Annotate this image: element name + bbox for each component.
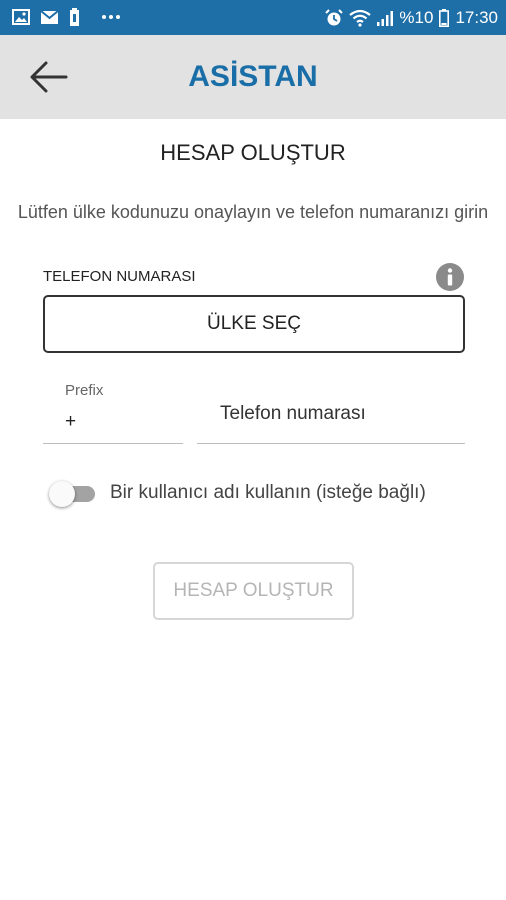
battery-saver-icon: [69, 8, 80, 26]
more-icon: [102, 14, 120, 20]
arrow-left-icon: [30, 61, 68, 93]
instruction-text: Lütfen ülke kodunuzu onaylayın ve telefo…: [17, 202, 489, 222]
app-title: ASİSTAN: [188, 60, 318, 93]
info-icon: [436, 263, 464, 291]
info-button[interactable]: [436, 263, 464, 291]
app-bar: ASİSTAN: [0, 35, 506, 119]
alarm-icon: [325, 8, 344, 27]
battery-text: %10: [399, 7, 434, 27]
clock: 17:30: [455, 7, 498, 27]
toggle-knob: [49, 481, 75, 507]
phone-number-input[interactable]: [197, 384, 465, 444]
back-button[interactable]: [28, 57, 72, 97]
status-bar-right: %10 17:30: [325, 0, 498, 35]
select-country-button[interactable]: ÜLKE SEÇ: [43, 295, 465, 353]
username-toggle[interactable]: [49, 481, 95, 507]
username-toggle-label: Bir kullanıcı adı kullanın (isteğe bağlı…: [110, 482, 426, 503]
wifi-icon: [349, 9, 372, 27]
create-account-button[interactable]: HESAP OLUŞTUR: [153, 562, 354, 620]
mail-icon: [40, 9, 59, 25]
status-bar: %10 17:30: [0, 0, 506, 35]
signal-icon: [377, 10, 394, 26]
status-bar-left: [12, 8, 120, 26]
page-title: HESAP OLUŞTUR: [160, 140, 346, 165]
image-icon: [12, 9, 30, 25]
phone-number-label: TELEFON NUMARASI: [43, 268, 196, 285]
prefix-input[interactable]: [43, 400, 183, 444]
battery-icon: [439, 8, 450, 27]
prefix-label: Prefix: [65, 382, 104, 399]
